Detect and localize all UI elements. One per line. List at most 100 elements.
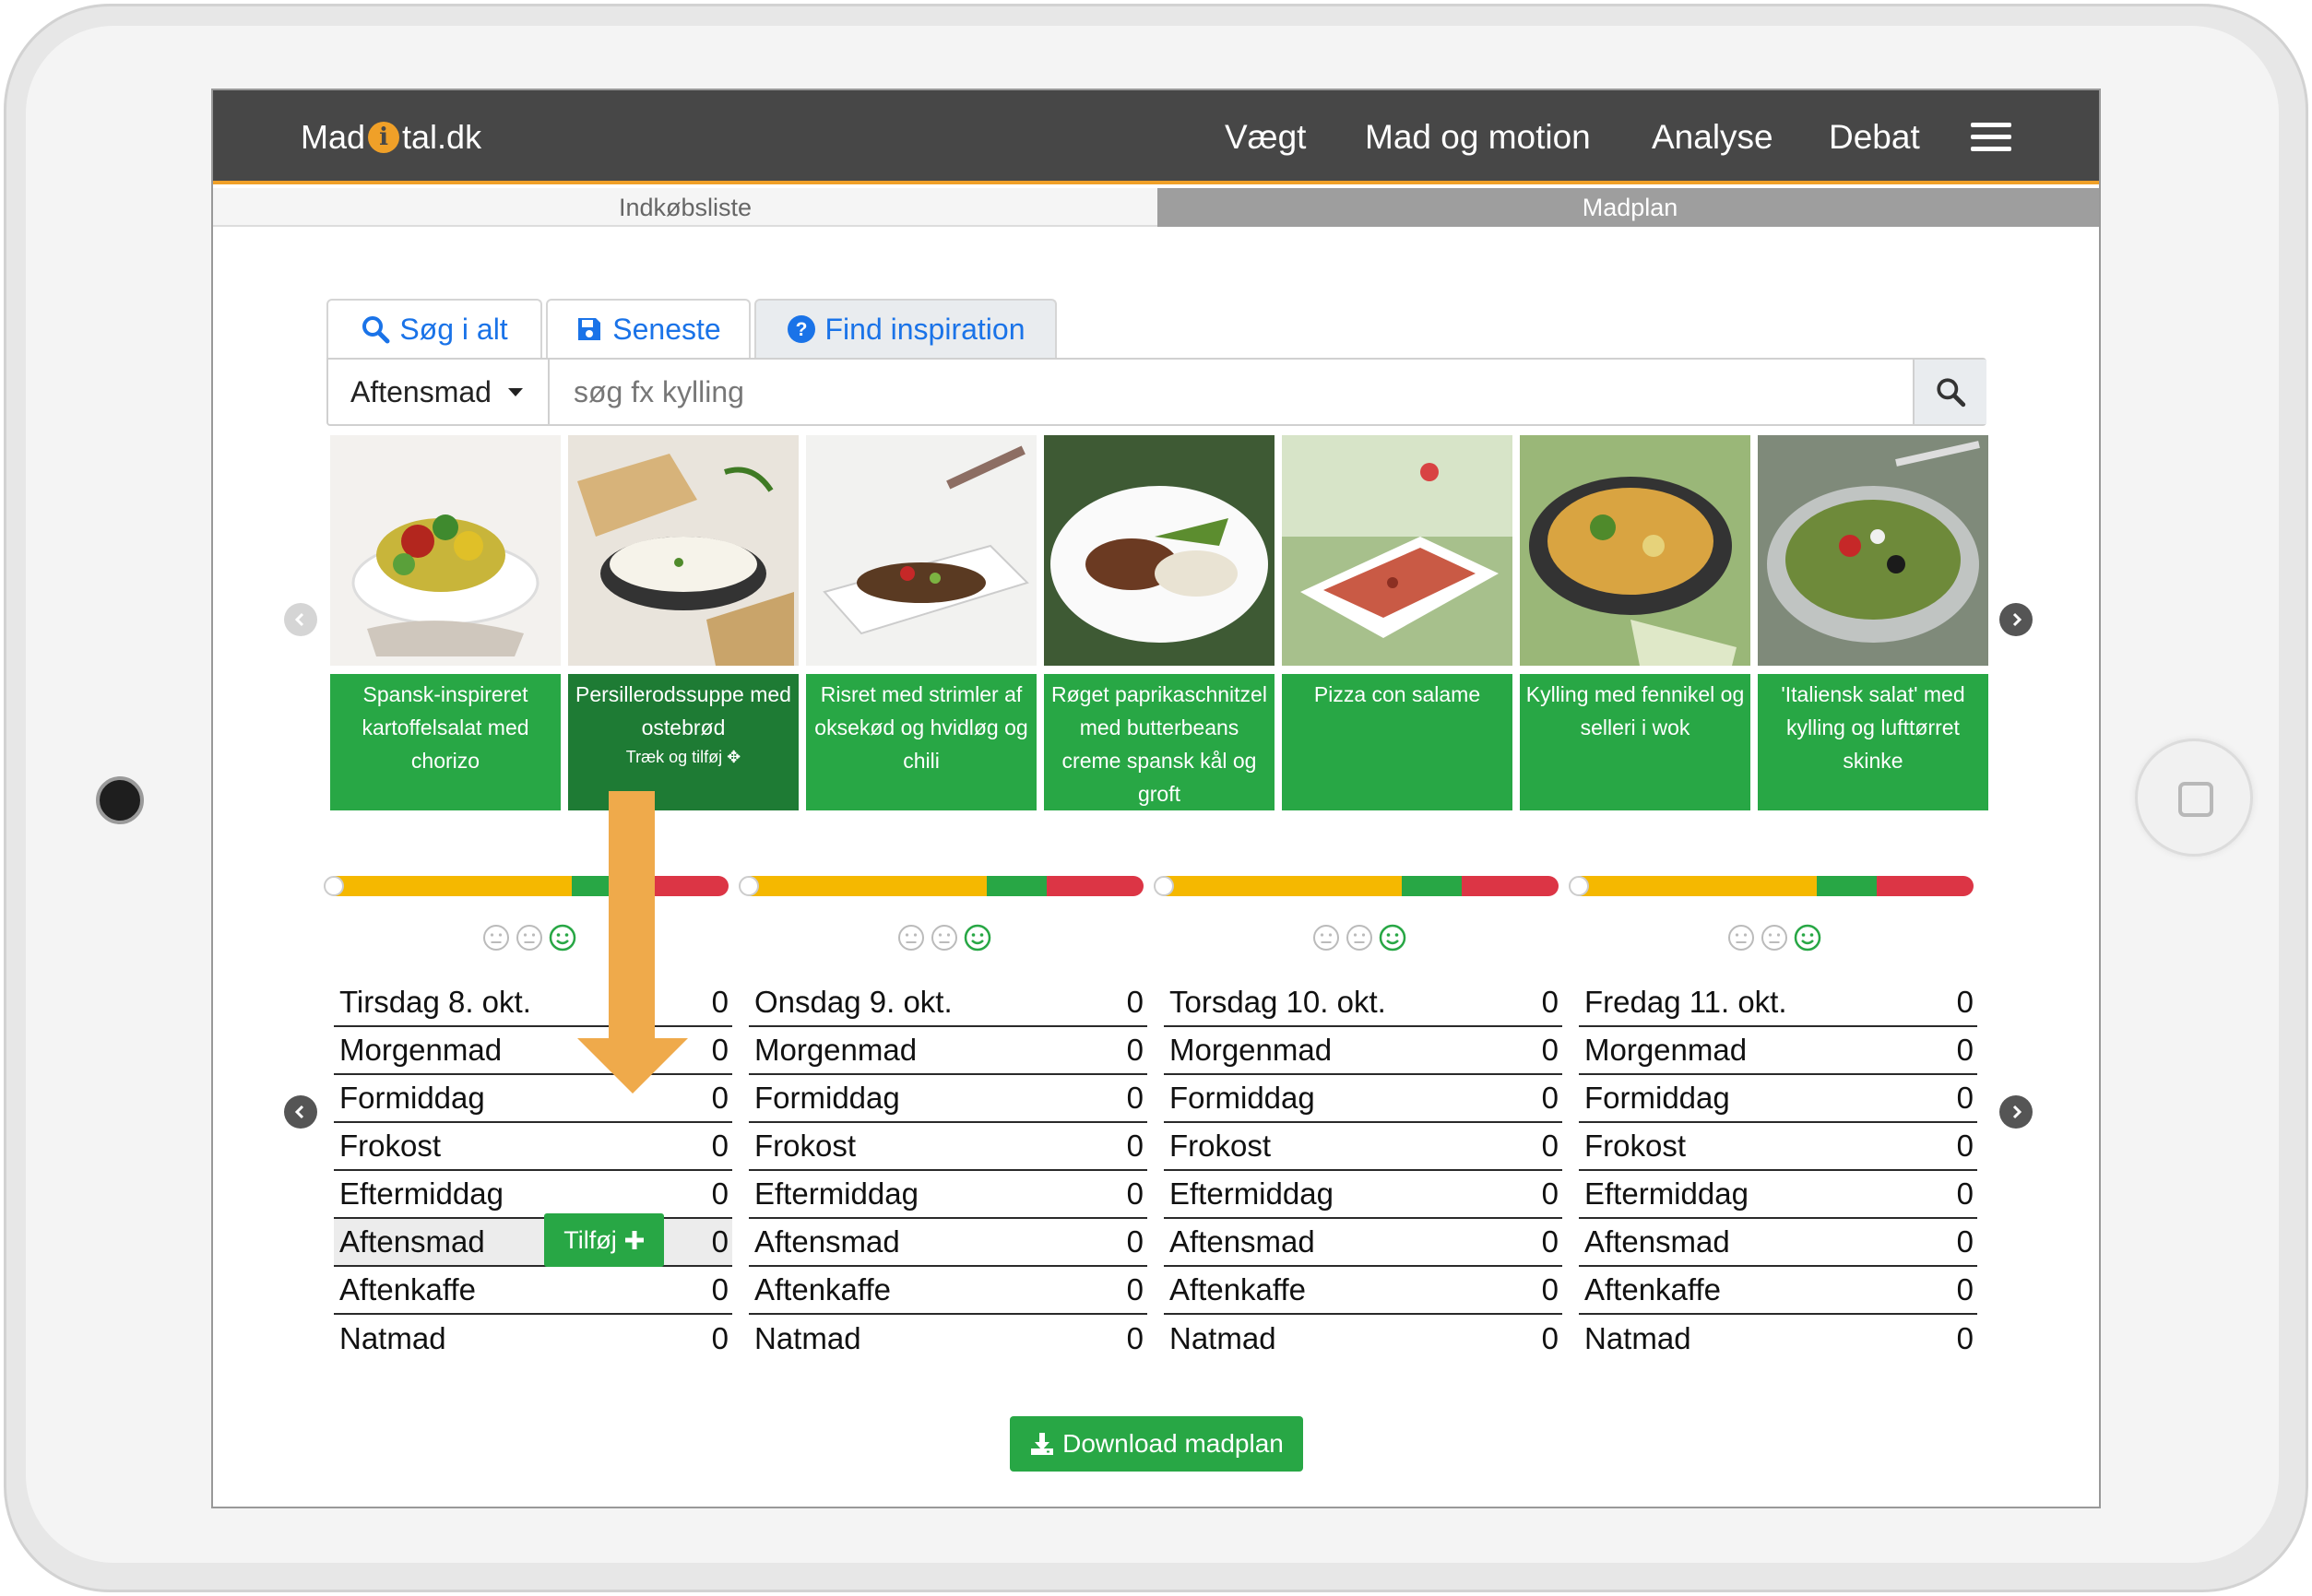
recipe-image: [806, 435, 1037, 666]
day-header[interactable]: Tirsdag 8. okt. 0: [334, 979, 732, 1027]
neutral-face-icon: [931, 925, 957, 951]
tab-find-inspiration[interactable]: ? Find inspiration: [754, 299, 1057, 358]
chevron-right-icon: [2012, 1105, 2022, 1119]
meal-value: 0: [1956, 1224, 1974, 1259]
tab-madplan[interactable]: Madplan: [1157, 188, 2099, 227]
day-status-bar: [1571, 876, 1974, 896]
days-next-button[interactable]: [1999, 1095, 2033, 1129]
meal-row[interactable]: Morgenmad 0: [1164, 1027, 1562, 1075]
meal-value: 0: [1126, 1176, 1144, 1211]
tab-indkobsliste[interactable]: Indkøbsliste: [213, 188, 1157, 227]
download-icon: [1031, 1433, 1054, 1455]
meal-label: Morgenmad: [339, 1033, 503, 1067]
meal-row[interactable]: Natmad 0: [334, 1315, 732, 1363]
add-recipe-button[interactable]: Tilføj: [544, 1213, 664, 1267]
meal-label: Formiddag: [1169, 1081, 1315, 1115]
meal-row[interactable]: Aftenkaffe 0: [334, 1267, 732, 1315]
search-button[interactable]: [1913, 360, 1986, 424]
meal-row[interactable]: Formiddag 0: [1579, 1075, 1977, 1123]
recipe-title: Kylling med fennikel og selleri i wok: [1520, 674, 1750, 810]
meal-row[interactable]: Frokost 0: [749, 1123, 1147, 1171]
hamburger-icon[interactable]: [1971, 123, 2011, 152]
recipe-title: Røget paprikaschnitzel med butterbeans c…: [1044, 674, 1275, 810]
meal-row[interactable]: Natmad 0: [1164, 1315, 1562, 1363]
meal-row[interactable]: Aftenkaffe 0: [1164, 1267, 1562, 1315]
download-madplan-button[interactable]: Download madplan: [1010, 1416, 1303, 1472]
meal-row[interactable]: Formiddag 0: [749, 1075, 1147, 1123]
day-header[interactable]: Fredag 11. okt. 0: [1579, 979, 1977, 1027]
meal-row[interactable]: Frokost 0: [1164, 1123, 1562, 1171]
search-input[interactable]: [551, 360, 1915, 424]
meal-row[interactable]: Aftenkaffe 0: [1579, 1267, 1977, 1315]
meal-label: Formiddag: [339, 1081, 485, 1115]
meal-label: Morgenmad: [1584, 1033, 1748, 1067]
meal-row[interactable]: Morgenmad 0: [749, 1027, 1147, 1075]
home-button[interactable]: [2135, 739, 2253, 857]
meal-row[interactable]: Aftenkaffe 0: [749, 1267, 1147, 1315]
meal-row[interactable]: Eftermiddag 0: [1579, 1171, 1977, 1219]
meal-row[interactable]: Morgenmad 0: [1579, 1027, 1977, 1075]
recipe-card[interactable]: Kylling med fennikel og selleri i wok: [1520, 435, 1750, 810]
meal-row[interactable]: Natmad 0: [1579, 1315, 1977, 1363]
meal-value: 0: [711, 1081, 729, 1115]
carousel-next-button[interactable]: [1999, 603, 2033, 636]
meal-row[interactable]: Eftermiddag 0: [749, 1171, 1147, 1219]
meal-row[interactable]: Eftermiddag 0: [334, 1171, 732, 1219]
neutral-face-icon: [516, 925, 542, 951]
recipe-card[interactable]: Risret med strimler af oksekød og hvidlø…: [806, 435, 1037, 810]
nav-debat[interactable]: Debat: [1829, 114, 1920, 160]
meal-value: 0: [1541, 1272, 1559, 1306]
carousel-prev-button[interactable]: [284, 603, 317, 636]
meal-label: Morgenmad: [1169, 1033, 1333, 1067]
meal-label: Aftenkaffe: [754, 1272, 892, 1306]
drag-arrow-head-icon: [577, 1038, 688, 1094]
meal-row[interactable]: Aftensmad 0: [749, 1219, 1147, 1267]
meal-value: 0: [1126, 1272, 1144, 1306]
meal-label: Formiddag: [1584, 1081, 1730, 1115]
meal-value: 0: [1541, 1224, 1559, 1259]
day-column: Tirsdag 8. okt. 0 Morgenmad 0 Formiddag 0 F…: [334, 979, 732, 1363]
tab-seneste[interactable]: Seneste: [546, 299, 751, 358]
meal-label: Eftermiddag: [1584, 1176, 1749, 1211]
recipe-card[interactable]: Pizza con salame: [1282, 435, 1512, 810]
nav-analyse[interactable]: Analyse: [1652, 114, 1773, 160]
meal-label: Natmad: [1169, 1321, 1276, 1355]
recipe-card[interactable]: Røget paprikaschnitzel med butterbeans c…: [1044, 435, 1275, 810]
nav-vaegt[interactable]: Vægt: [1225, 114, 1306, 160]
meal-row-drop-target[interactable]: Aftensmad 0: [334, 1219, 732, 1267]
meal-value: 0: [1541, 1176, 1559, 1211]
meal-row[interactable]: Aftensmad 0: [1164, 1219, 1562, 1267]
meal-row[interactable]: Frokost 0: [334, 1123, 732, 1171]
day-total: 0: [1541, 985, 1559, 1019]
happy-face-icon: [1794, 924, 1821, 952]
meal-row[interactable]: Formiddag 0: [1164, 1075, 1562, 1123]
status-knob: [1569, 876, 1589, 896]
days-prev-button[interactable]: [284, 1095, 317, 1129]
recipe-card-dragging[interactable]: Persillerodssuppe med ostebrød Træk og t…: [568, 435, 799, 810]
day-header[interactable]: Torsdag 10. okt. 0: [1164, 979, 1562, 1027]
recipe-card[interactable]: Spansk-inspireret kartoffelsalat med cho…: [330, 435, 561, 810]
meal-value: 0: [1956, 1081, 1974, 1115]
meal-value: 0: [711, 1033, 729, 1067]
meal-row[interactable]: Eftermiddag 0: [1164, 1171, 1562, 1219]
meal-value: 0: [1541, 1081, 1559, 1115]
meal-value: 0: [1956, 1033, 1974, 1067]
drag-arrow-shaft: [609, 791, 655, 1040]
logo-info-icon: i: [368, 122, 400, 153]
meal-select[interactable]: Aftensmad: [328, 360, 550, 424]
save-icon: [578, 318, 601, 340]
nav-mad-og-motion[interactable]: Mad og motion: [1365, 114, 1591, 160]
meal-value: 0: [1126, 1129, 1144, 1163]
meal-row[interactable]: Frokost 0: [1579, 1123, 1977, 1171]
meal-label: Formiddag: [754, 1081, 900, 1115]
meal-value: 0: [1126, 1081, 1144, 1115]
site-logo[interactable]: Mad i tal.dk: [301, 112, 481, 162]
tab-sog-i-alt[interactable]: Søg i alt: [326, 299, 542, 358]
meal-row[interactable]: Natmad 0: [749, 1315, 1147, 1363]
recipe-card[interactable]: 'Italiensk salat' med kylling og lufttør…: [1758, 435, 1988, 810]
download-madplan-label: Download madplan: [1062, 1429, 1284, 1458]
day-header[interactable]: Onsdag 9. okt. 0: [749, 979, 1147, 1027]
meal-row[interactable]: Aftensmad 0: [1579, 1219, 1977, 1267]
recipe-title: Spansk-inspireret kartoffelsalat med cho…: [330, 674, 561, 810]
tab-find-inspiration-label: Find inspiration: [824, 312, 1026, 346]
